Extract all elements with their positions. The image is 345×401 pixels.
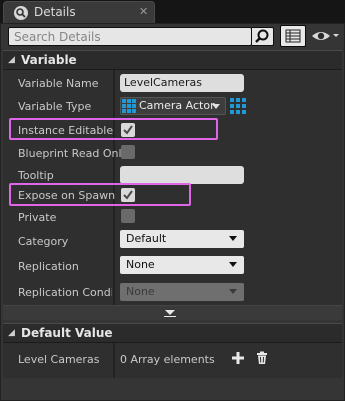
replication-combo[interactable]: None [120,256,244,274]
section-header-variable[interactable]: ◢ Variable [3,50,342,70]
array-type-icon [122,99,136,113]
clear-elements-button[interactable] [255,351,269,365]
add-element-button[interactable] [231,351,245,365]
level-cameras-label: Level Cameras [18,353,100,366]
chevron-down-icon [229,236,237,241]
highlight-instance-editable [9,118,218,140]
private-checkbox[interactable] [121,209,135,223]
visibility-filter-button[interactable] [310,27,340,45]
blueprint-read-only-checkbox[interactable] [121,145,135,159]
eye-icon [312,32,339,40]
category-combo[interactable]: Default [120,230,244,248]
section-header-default-value[interactable]: ◢ Default Value [3,323,342,343]
tooltip-label: Tooltip [18,169,54,182]
variable-name-label: Variable Name [18,77,99,90]
details-icon [13,5,29,21]
trash-icon [257,351,267,364]
search-input[interactable] [8,27,252,46]
column-divider[interactable] [113,343,115,378]
private-label: Private [18,211,57,224]
blueprint-read-only-label: Blueprint Read Only [18,147,129,160]
chevron-down-icon [229,289,237,294]
highlight-expose-on-spawn [9,183,191,206]
collapse-arrow-icon: ◢ [8,55,15,65]
replication-value: None [126,258,155,271]
collapse-arrow-icon: ◢ [8,328,15,338]
search-row [4,25,342,47]
replication-condition-value: None [126,285,155,298]
category-label: Category [18,235,69,248]
search-button[interactable] [252,27,274,46]
chevron-down-icon [229,262,237,267]
variable-type-label: Variable Type [18,100,92,113]
expand-arrow-icon [165,310,175,315]
replication-label: Replication [18,260,79,273]
container-type-icon[interactable] [230,98,246,114]
category-value: Default [126,232,167,245]
tab-details[interactable]: Details ✕ [3,1,155,23]
search-icon [255,29,269,43]
expand-bar-icon [164,316,176,317]
tab-bar: Details ✕ [0,0,345,23]
section-title: Variable [21,53,77,67]
list-view-icon [285,29,301,43]
advanced-expander[interactable] [3,305,342,320]
variable-name-field[interactable]: LevelCameras [120,74,244,92]
chevron-down-icon [212,104,220,109]
close-icon[interactable]: ✕ [139,5,148,18]
replication-condition-combo[interactable]: None [120,283,244,301]
replication-condition-label: Replication Condition [18,286,112,299]
array-count-value: 0 Array elements [120,353,215,366]
add-icon [232,352,244,364]
tab-title: Details [34,5,76,19]
variable-type-value: Camera Actor [139,99,215,112]
section-title: Default Value [21,326,113,340]
view-options-button[interactable] [280,25,306,47]
tooltip-field[interactable] [120,166,244,184]
